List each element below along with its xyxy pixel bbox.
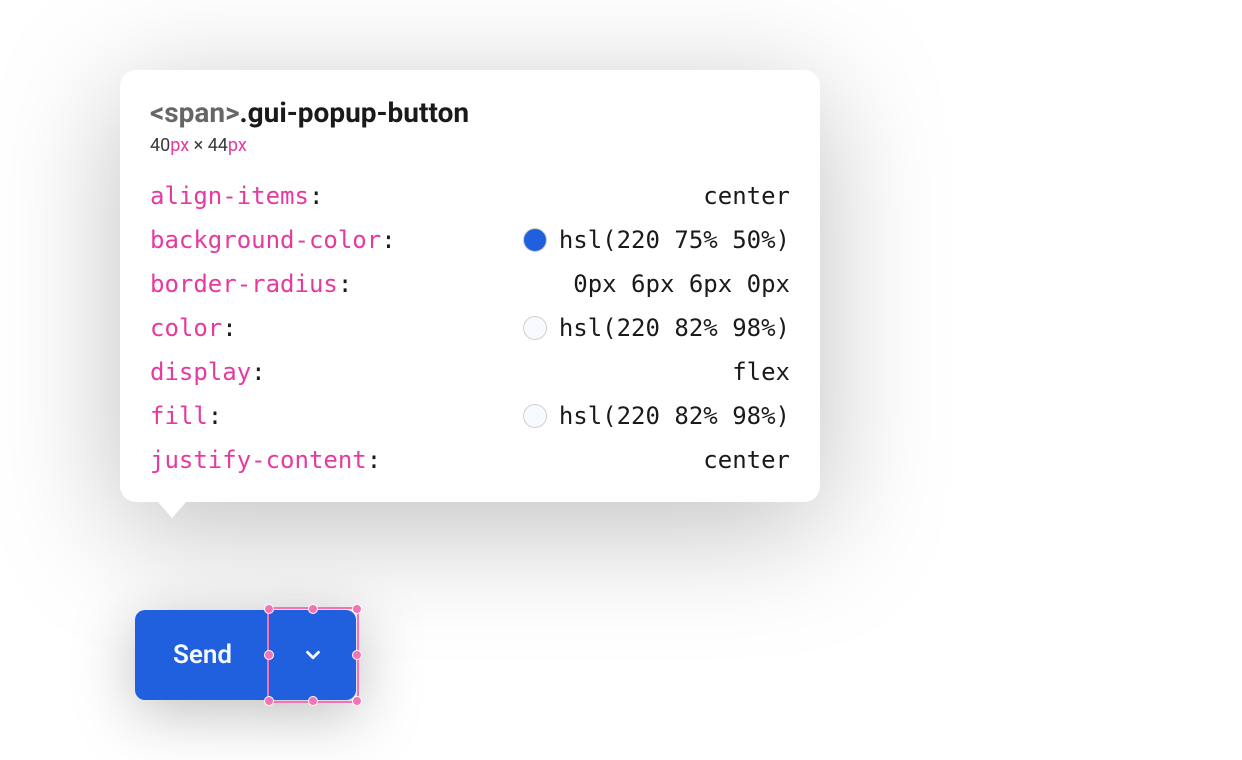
css-property-row: fill: hsl(220 82% 98%) [150, 402, 790, 430]
css-inspector-tooltip: <span> .gui-popup-button 40px × 44px ali… [120, 70, 820, 502]
color-swatch[interactable] [523, 228, 547, 252]
css-property-row: border-radius: 0px 6px 6px 0px [150, 270, 790, 298]
element-class: .gui-popup-button [240, 96, 470, 129]
css-colon: : [251, 358, 265, 386]
css-property-value: center [703, 446, 790, 474]
color-swatch[interactable] [523, 404, 547, 428]
css-property-row: justify-content: center [150, 446, 790, 474]
css-property-name: justify-content [150, 446, 367, 474]
css-colon: : [309, 182, 323, 210]
color-swatch[interactable] [523, 316, 547, 340]
css-property-row: display: flex [150, 358, 790, 386]
send-button[interactable]: Send [135, 610, 270, 700]
css-colon: : [222, 314, 236, 342]
css-property-value: hsl(220 82% 98%) [559, 314, 790, 342]
css-property-value: hsl(220 75% 50%) [559, 226, 790, 254]
css-colon: : [367, 446, 381, 474]
css-property-value: 0px 6px 6px 0px [573, 270, 790, 298]
css-property-row: background-color: hsl(220 75% 50%) [150, 226, 790, 254]
css-property-row: align-items: center [150, 182, 790, 210]
css-colon: : [338, 270, 352, 298]
css-property-list: align-items: center background-color: hsl(2… [150, 182, 790, 474]
css-property-value: center [703, 182, 790, 210]
split-button: Send [135, 610, 356, 700]
css-colon: : [208, 402, 222, 430]
css-property-name: fill [150, 402, 208, 430]
css-property-name: border-radius [150, 270, 338, 298]
css-property-name: color [150, 314, 222, 342]
send-button-label: Send [173, 640, 232, 670]
css-property-row: color: hsl(220 82% 98%) [150, 314, 790, 342]
css-property-value: hsl(220 82% 98%) [559, 402, 790, 430]
css-colon: : [381, 226, 395, 254]
element-dimensions: 40px × 44px [150, 135, 790, 156]
popup-button[interactable] [270, 610, 356, 700]
css-property-name: align-items [150, 182, 309, 210]
devtools-tooltip: <span> .gui-popup-button 40px × 44px ali… [120, 70, 820, 502]
popup-button-container [270, 610, 356, 700]
selection-handle[interactable] [352, 696, 362, 706]
element-tag: <span> [150, 96, 240, 129]
chevron-down-icon [302, 644, 324, 666]
element-selector-title: <span> .gui-popup-button [150, 96, 790, 129]
css-property-name: background-color [150, 226, 381, 254]
css-property-name: display [150, 358, 251, 386]
css-property-value: flex [732, 358, 790, 386]
